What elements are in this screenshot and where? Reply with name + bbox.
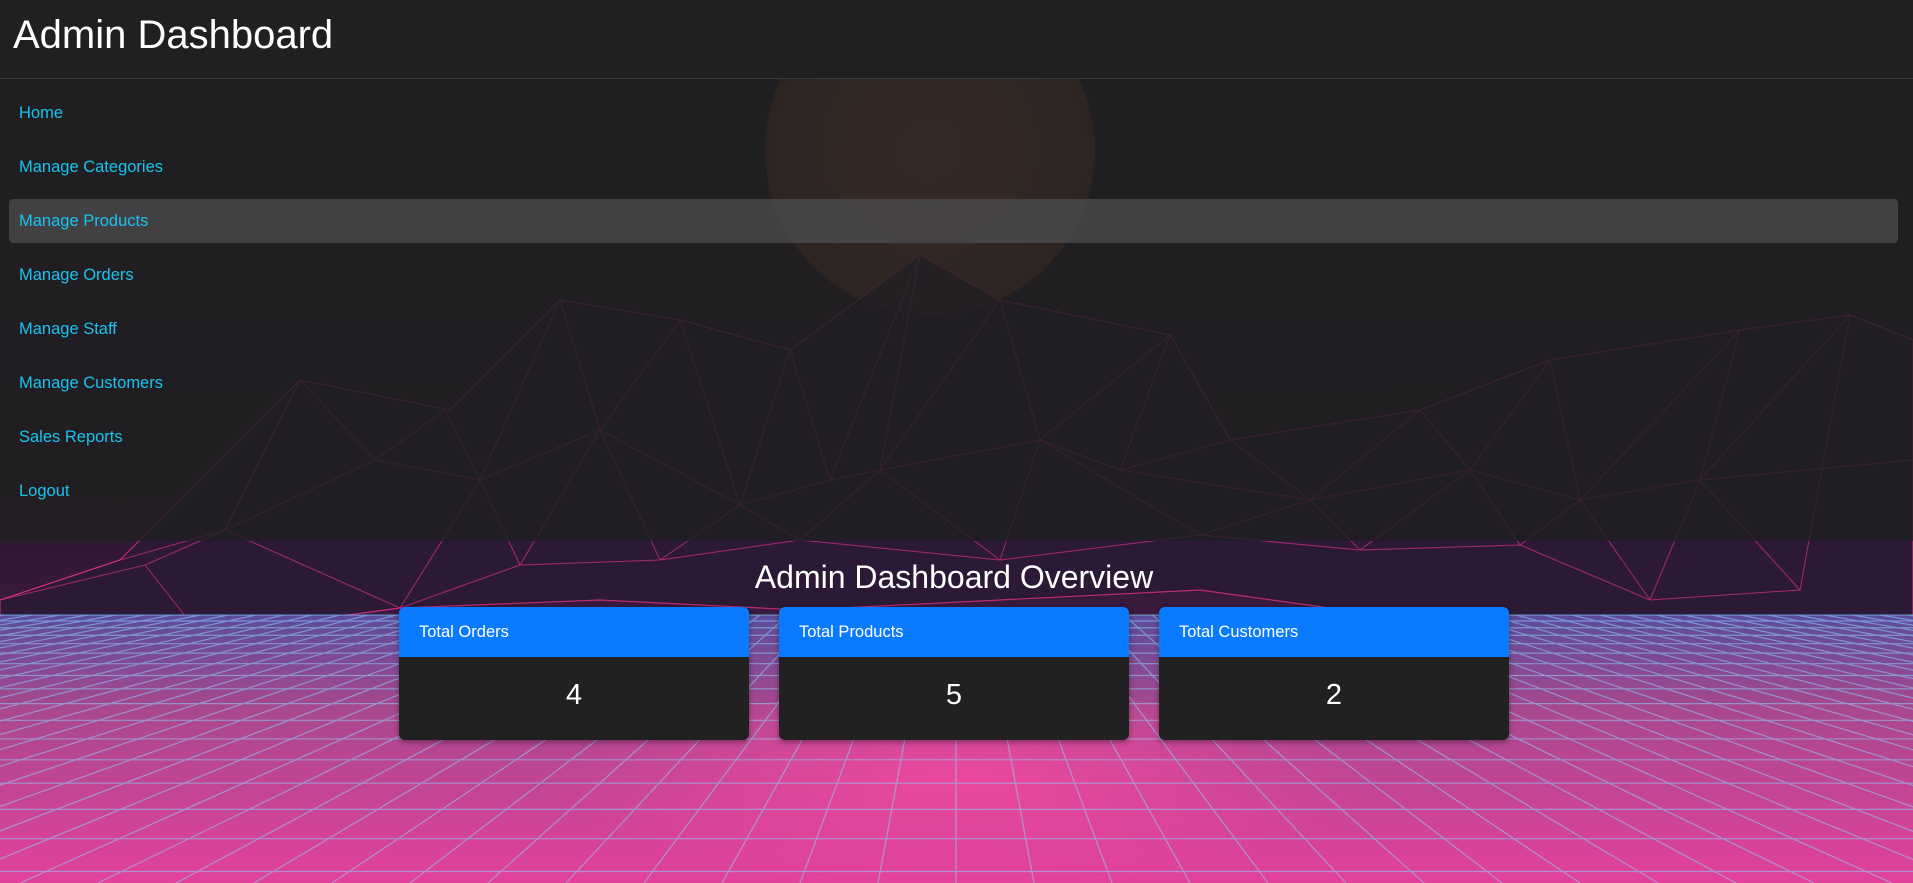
- card-total-customers: Total Customers 2: [1159, 607, 1509, 740]
- card-header: Total Customers: [1159, 607, 1509, 657]
- card-total-orders: Total Orders 4: [399, 607, 749, 740]
- card-value: 4: [565, 679, 583, 711]
- card-value: 5: [945, 679, 963, 711]
- nav-item-manage-products[interactable]: Manage Products: [9, 199, 1898, 243]
- app-header: Admin Dashboard: [0, 0, 1913, 79]
- sidebar-nav: Home Manage Categories Manage Products M…: [0, 79, 1913, 541]
- nav-item-manage-customers[interactable]: Manage Customers: [9, 361, 1898, 405]
- nav-item-manage-staff[interactable]: Manage Staff: [9, 307, 1898, 351]
- overview-title: Admin Dashboard Overview: [754, 559, 1154, 595]
- nav-item-logout[interactable]: Logout: [9, 469, 1898, 513]
- nav-item-home[interactable]: Home: [9, 91, 1898, 135]
- nav-item-sales-reports[interactable]: Sales Reports: [9, 415, 1898, 459]
- page-title: Admin Dashboard: [13, 13, 334, 57]
- card-total-products: Total Products 5: [779, 607, 1129, 740]
- card-header: Total Orders: [399, 607, 749, 657]
- nav-item-manage-orders[interactable]: Manage Orders: [9, 253, 1898, 297]
- card-header: Total Products: [779, 607, 1129, 657]
- nav-item-manage-categories[interactable]: Manage Categories: [9, 145, 1898, 189]
- card-value: 2: [1325, 679, 1343, 711]
